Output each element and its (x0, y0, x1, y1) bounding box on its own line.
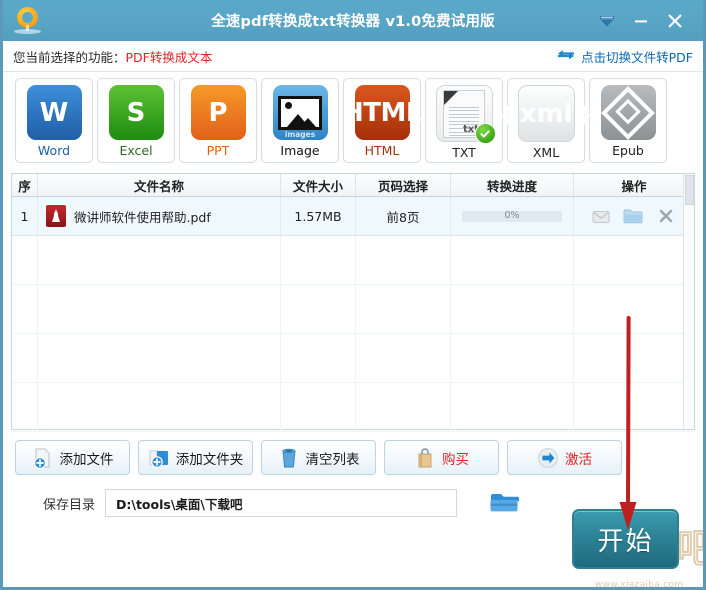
switch-mode-label: 点击切换文件转PDF (581, 49, 693, 65)
file-table: 序 文件名称 文件大小 页码选择 转换进度 操作 1 微讲师软件使用帮助.pdf… (11, 173, 695, 432)
current-function-label: 您当前选择的功能： (13, 49, 126, 65)
format-label-image: Image (280, 143, 320, 158)
start-button-label: 开始 (597, 526, 654, 557)
format-label-epub: Epub (612, 143, 644, 158)
format-selector: W Word S Excel P PPT images Image HTML H… (3, 72, 703, 171)
watermark-url: www.xiazaiba.com (595, 580, 684, 590)
add-folder-icon (148, 447, 170, 469)
switch-mode-link[interactable]: 点击切换文件转PDF (557, 47, 693, 66)
format-button-word[interactable]: W Word (15, 78, 93, 163)
format-button-image[interactable]: images Image (261, 78, 339, 163)
format-button-excel[interactable]: S Excel (97, 78, 175, 163)
progress-label: 0% (504, 209, 520, 221)
app-window: 全速pdf转换成txt转换器 v1.0免费试用版 您当前选择的功能： PDF转换… (0, 0, 706, 590)
row-progress-cell: 0% (451, 197, 574, 235)
format-label-txt: TXT (452, 145, 476, 160)
table-empty-row (12, 236, 694, 285)
table-header-pages: 页码选择 (356, 174, 451, 196)
purchase-button[interactable]: 购买 (384, 440, 499, 475)
activate-label: 激活 (565, 451, 592, 468)
current-function-value: PDF转换成文本 (125, 49, 213, 65)
table-header-row: 序 文件名称 文件大小 页码选择 转换进度 操作 (12, 174, 694, 197)
word-icon: W (26, 85, 82, 140)
format-button-epub[interactable]: Epub (589, 78, 667, 163)
image-icon-sublabel: images (284, 129, 316, 139)
add-folder-button[interactable]: 添加文件夹 (138, 440, 253, 475)
format-label-xml: XML (532, 145, 560, 160)
format-button-ppt[interactable]: P PPT (179, 78, 257, 163)
epub-icon (600, 85, 656, 140)
two-way-arrows-icon (557, 48, 575, 65)
image-icon: images (272, 85, 328, 140)
row-filesize: 1.57MB (281, 197, 356, 235)
row-actions-cell (574, 197, 694, 235)
window-controls (597, 11, 703, 31)
table-header-filename: 文件名称 (38, 174, 281, 196)
table-empty-row (12, 334, 694, 383)
table-header-progress: 转换进度 (451, 174, 574, 196)
ppt-icon: P (190, 85, 246, 140)
vertical-scrollbar[interactable] (683, 174, 694, 429)
table-empty-row (12, 285, 694, 334)
excel-icon: S (108, 85, 164, 140)
start-button[interactable]: 开始 (572, 509, 679, 569)
clear-list-button[interactable]: 清空列表 (261, 440, 376, 475)
shopping-bag-icon (414, 447, 436, 469)
format-button-txt[interactable]: txt TXT (425, 78, 503, 163)
close-icon[interactable] (665, 11, 685, 31)
function-bar: 您当前选择的功能： PDF转换成文本 点击切换文件转PDF (3, 41, 703, 72)
save-path-input[interactable]: D:\tools\桌面\下载吧 (105, 489, 458, 517)
add-file-button[interactable]: 添加文件 (15, 440, 130, 475)
format-button-html[interactable]: HTML HTML (342, 78, 422, 163)
format-label-ppt: PPT (206, 143, 230, 158)
clear-list-label: 清空列表 (305, 451, 360, 468)
html-icon: HTML (342, 85, 422, 140)
chevron-down-icon[interactable] (597, 11, 617, 31)
table-empty-row (12, 383, 694, 432)
row-index: 1 (12, 197, 38, 235)
add-file-icon (32, 447, 54, 469)
trash-icon (278, 447, 300, 469)
activate-button[interactable]: 激活 (507, 440, 622, 475)
format-label-word: Word (37, 143, 71, 158)
pdf-file-icon (46, 205, 66, 227)
row-filename-cell: 微讲师软件使用帮助.pdf (38, 197, 281, 235)
remove-icon[interactable] (656, 206, 676, 226)
browse-folder-button[interactable] (489, 491, 520, 515)
table-header-filesize: 文件大小 (281, 174, 356, 196)
scrollbar-thumb[interactable] (685, 175, 694, 205)
xml-icon: ❮xml❯ (498, 85, 594, 142)
add-folder-label: 添加文件夹 (175, 451, 244, 468)
table-row[interactable]: 1 微讲师软件使用帮助.pdf 1.57MB 前8页 0% (12, 197, 694, 236)
mail-icon[interactable] (592, 209, 610, 224)
format-label-excel: Excel (119, 143, 153, 158)
progress-bar: 0% (462, 209, 562, 222)
txt-icon: txt (435, 85, 496, 144)
folder-icon[interactable] (623, 208, 643, 224)
minimize-icon[interactable] (631, 11, 651, 31)
format-button-xml[interactable]: ❮xml❯ XML (498, 78, 594, 163)
table-header-index: 序 (12, 174, 38, 196)
app-logo-icon (11, 4, 45, 38)
save-path-value: D:\tools\桌面\下载吧 (116, 496, 243, 512)
purchase-label: 购买 (442, 451, 469, 468)
save-directory-label: 保存目录 (43, 497, 96, 513)
add-file-label: 添加文件 (59, 451, 114, 468)
xml-icon-glyph: ❮xml❯ (497, 98, 595, 129)
row-filename: 微讲师软件使用帮助.pdf (74, 209, 211, 225)
selected-check-icon (474, 123, 496, 144)
action-button-bar: 添加文件 添加文件夹 清空列表 购买 激活 (3, 430, 703, 475)
activate-arrow-icon (537, 447, 559, 469)
table-header-actions: 操作 (621, 178, 647, 194)
format-label-html: HTML (364, 143, 400, 158)
title-bar: 全速pdf转换成txt转换器 v1.0免费试用版 (3, 0, 703, 41)
row-page-selection[interactable]: 前8页 (356, 197, 451, 235)
